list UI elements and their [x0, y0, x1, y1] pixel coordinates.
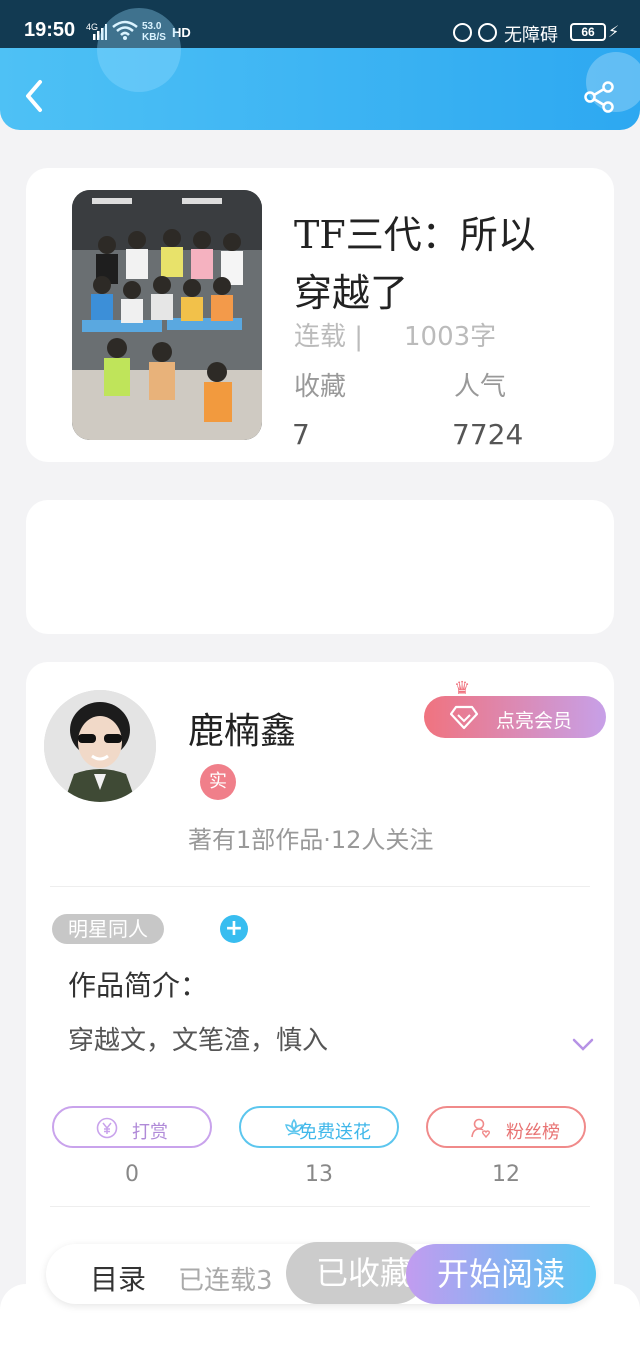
collected-button[interactable]: 已收藏	[286, 1242, 426, 1304]
category-tag[interactable]: 明星同人	[52, 914, 164, 944]
popularity-label: 人气	[454, 372, 507, 402]
status-time: 19:50	[24, 19, 76, 41]
decorative-bubble	[97, 8, 181, 92]
serial-status: 连载 |	[294, 322, 364, 352]
battery-icon: 66	[570, 23, 606, 41]
divider	[50, 1206, 590, 1207]
diamond-icon	[450, 705, 478, 730]
alarm-icon	[478, 23, 497, 42]
bottom-action-bar: 目录 已连载3 已收藏 开始阅读	[46, 1242, 596, 1304]
back-button[interactable]	[20, 78, 50, 114]
charging-icon: ⚡	[608, 22, 620, 41]
author-avatar[interactable]	[44, 690, 156, 802]
fans-count: 12	[492, 1162, 520, 1187]
rotation-lock-icon	[453, 23, 472, 42]
verified-badge: 实	[200, 764, 236, 800]
crown-icon: ♛	[454, 678, 471, 699]
fans-ranking-button-label: 粉丝榜	[506, 1122, 560, 1143]
yen-icon	[96, 1117, 118, 1139]
add-tag-button[interactable]: +	[220, 915, 248, 943]
book-cover-image[interactable]	[72, 190, 262, 440]
fans-ranking-button[interactable]: 粉丝榜	[426, 1106, 586, 1148]
status-bar: 19:50 4G 53.0 KB/S HD 无障碍 66 ⚡	[0, 0, 640, 48]
start-reading-button[interactable]: 开始阅读	[406, 1244, 596, 1304]
empty-content-card	[26, 500, 614, 634]
send-flower-button-label: 免费送花	[299, 1122, 371, 1143]
author-meta: 著有1部作品·12人关注	[188, 826, 434, 854]
intro-text: 穿越文，文笔渣，慎入	[68, 1026, 329, 1056]
vip-button-label: 点亮会员	[496, 710, 573, 732]
favorites-count: 7	[292, 418, 310, 451]
user-heart-icon	[471, 1118, 491, 1139]
book-title: TF三代：所以穿越了	[294, 213, 536, 315]
vip-button[interactable]: ♛ 点亮会员	[424, 678, 606, 738]
decorative-bubble	[586, 52, 640, 112]
serial-info: 已连载3	[178, 1266, 273, 1296]
chevron-down-icon[interactable]	[572, 1038, 594, 1052]
favorites-label: 收藏	[294, 372, 347, 402]
avatar-illustration	[44, 690, 156, 802]
word-count: 1003字	[404, 322, 497, 352]
author-name: 鹿楠鑫	[188, 711, 297, 752]
intro-title: 作品简介：	[68, 969, 209, 1002]
popularity-count: 7724	[452, 418, 524, 451]
group-photo-illustration	[72, 190, 262, 440]
send-flower-button[interactable]: 免费送花	[239, 1106, 399, 1148]
divider	[50, 886, 590, 887]
reward-button-label: 打赏	[132, 1122, 168, 1143]
flower-count: 13	[305, 1162, 333, 1187]
catalog-button[interactable]: 目录	[90, 1258, 146, 1298]
book-info-card: TF三代：所以穿越了 连载 | 1003字 收藏 人气 7 7724	[26, 168, 614, 462]
accessibility-label: 无障碍	[504, 25, 558, 46]
reward-count: 0	[125, 1162, 139, 1187]
reward-button[interactable]: 打赏	[52, 1106, 212, 1148]
top-header	[0, 48, 640, 130]
